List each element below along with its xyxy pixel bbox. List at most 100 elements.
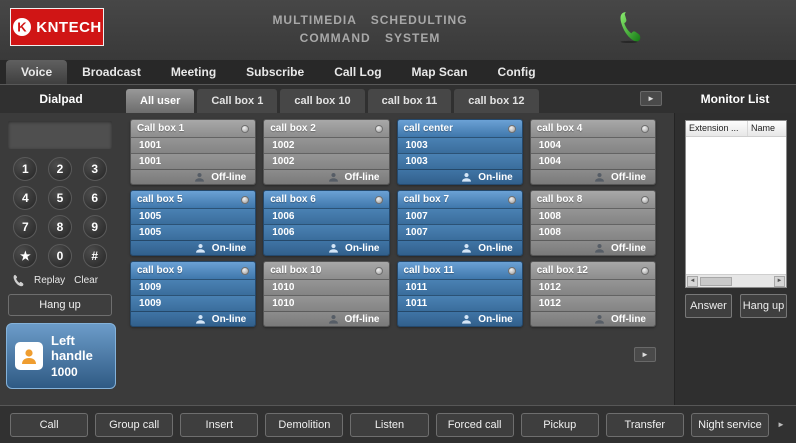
- card-header: call box 6: [264, 191, 388, 208]
- card-title: Call box 1: [137, 123, 184, 134]
- monitor-list[interactable]: Extension ... Name ◄ ►: [685, 120, 787, 288]
- keypad-key-5[interactable]: 5: [48, 186, 72, 210]
- status-label: Off-line: [211, 172, 246, 183]
- card-footer: On-line: [398, 169, 522, 184]
- call-box-grid: Call box 1 1001 1001 Off-line call box 2…: [130, 119, 656, 327]
- tab-call-box-10[interactable]: call box 10: [280, 89, 364, 113]
- monitor-panel: Extension ... Name ◄ ► Answer Hang up: [674, 113, 796, 405]
- clear-button[interactable]: Clear: [74, 275, 98, 286]
- forced-call-button[interactable]: Forced call: [436, 413, 514, 437]
- call-box-card[interactable]: call box 6 1006 1006 On-line: [263, 190, 389, 256]
- title-line-2: COMMAND SYSTEM: [240, 29, 500, 47]
- listen-button[interactable]: Listen: [350, 413, 428, 437]
- keypad-key-7[interactable]: 7: [13, 215, 37, 239]
- pickup-button[interactable]: Pickup: [521, 413, 599, 437]
- keypad-key-0[interactable]: 0: [48, 244, 72, 268]
- keypad-key-hash[interactable]: #: [83, 244, 107, 268]
- kntech-logo-icon: K: [12, 17, 32, 37]
- keypad: 1 2 3 4 5 6 7 8 9 ★ 0 #: [10, 157, 110, 268]
- call-box-card[interactable]: Call box 1 1001 1001 Off-line: [130, 119, 256, 185]
- call-box-card[interactable]: call box 8 1008 1008 Off-line: [530, 190, 656, 256]
- transfer-button[interactable]: Transfer: [606, 413, 684, 437]
- person-icon: [461, 172, 472, 183]
- keypad-key-4[interactable]: 4: [13, 186, 37, 210]
- card-number: 1004: [531, 153, 655, 169]
- keypad-key-9[interactable]: 9: [83, 215, 107, 239]
- dial-display[interactable]: [8, 121, 112, 149]
- call-box-card[interactable]: call box 12 1012 1012 Off-line: [530, 261, 656, 327]
- tab-broadcast[interactable]: Broadcast: [67, 60, 156, 84]
- card-header: call box 9: [131, 262, 255, 279]
- handle-number: 1000: [51, 365, 107, 379]
- card-title: call box 5: [137, 194, 183, 205]
- card-title: call box 12: [537, 265, 588, 276]
- tab-call-box-12[interactable]: call box 12: [454, 89, 538, 113]
- logo-text: KNTECH: [36, 19, 102, 36]
- replay-button[interactable]: Replay: [34, 275, 65, 286]
- keypad-key-star[interactable]: ★: [13, 244, 37, 268]
- group-call-button[interactable]: Group call: [95, 413, 173, 437]
- card-title: call box 9: [137, 265, 183, 276]
- status-label: On-line: [212, 243, 246, 254]
- card-footer: Off-line: [264, 311, 388, 326]
- app-window: K KNTECH MULTIMEDIA SCHEDULTING COMMAND …: [0, 0, 796, 443]
- tab-call-box-11[interactable]: call box 11: [368, 89, 452, 113]
- call-box-card[interactable]: call center 1003 1003 On-line: [397, 119, 523, 185]
- night-service-button[interactable]: Night service: [691, 413, 769, 437]
- call-box-card[interactable]: call box 11 1011 1011 On-line: [397, 261, 523, 327]
- call-box-card[interactable]: call box 4 1004 1004 Off-line: [530, 119, 656, 185]
- status-dot-icon: [241, 125, 249, 133]
- tab-subscribe[interactable]: Subscribe: [231, 60, 319, 84]
- tab-meeting[interactable]: Meeting: [156, 60, 231, 84]
- monitor-list-body[interactable]: [686, 137, 786, 274]
- tab-call-box-1[interactable]: Call box 1: [197, 89, 277, 113]
- call-box-card[interactable]: call box 2 1002 1002 Off-line: [263, 119, 389, 185]
- demolition-button[interactable]: Demolition: [265, 413, 343, 437]
- card-number: 1003: [398, 137, 522, 153]
- insert-button[interactable]: Insert: [180, 413, 258, 437]
- left-handle-panel[interactable]: Left handle 1000: [6, 323, 116, 389]
- person-icon: [328, 243, 339, 254]
- card-header: call box 7: [398, 191, 522, 208]
- monitor-hang-up-button[interactable]: Hang up: [740, 294, 787, 318]
- tab-call-log[interactable]: Call Log: [319, 60, 396, 84]
- call-button[interactable]: Call: [10, 413, 88, 437]
- operator-icon: [15, 342, 43, 370]
- call-box-card[interactable]: call box 9 1009 1009 On-line: [130, 261, 256, 327]
- handset-icon[interactable]: [12, 274, 25, 287]
- tab-voice[interactable]: Voice: [6, 60, 67, 84]
- card-header: call box 12: [531, 262, 655, 279]
- dialpad-hang-up-button[interactable]: Hang up: [8, 294, 112, 316]
- keypad-key-2[interactable]: 2: [48, 157, 72, 181]
- person-icon: [195, 314, 206, 325]
- action-toolbar: Call Group call Insert Demolition Listen…: [0, 405, 796, 443]
- column-extension: Extension ...: [686, 121, 748, 136]
- card-title: call box 2: [270, 123, 316, 134]
- handset-status-icon: [616, 11, 642, 43]
- tab-map-scan[interactable]: Map Scan: [397, 60, 483, 84]
- status-label: On-line: [345, 243, 379, 254]
- scroll-left-arrow-icon[interactable]: ◄: [687, 276, 698, 287]
- answer-button[interactable]: Answer: [685, 294, 732, 318]
- tab-config[interactable]: Config: [483, 60, 551, 84]
- call-box-card[interactable]: call box 7 1007 1007 On-line: [397, 190, 523, 256]
- tab-all-user[interactable]: All user: [126, 89, 194, 113]
- keypad-key-1[interactable]: 1: [13, 157, 37, 181]
- monitor-buttons: Answer Hang up: [685, 294, 787, 318]
- scrollbar-thumb[interactable]: [700, 277, 732, 286]
- keypad-key-6[interactable]: 6: [83, 186, 107, 210]
- scroll-right-arrow-icon[interactable]: ►: [774, 276, 785, 287]
- tabs-next-arrow-button[interactable]: ►: [640, 91, 662, 106]
- status-dot-icon: [508, 196, 516, 204]
- card-header: call box 11: [398, 262, 522, 279]
- card-number: 1005: [131, 224, 255, 240]
- toolbar-next-arrow-button[interactable]: ►: [776, 420, 786, 429]
- grid-next-arrow-button[interactable]: ►: [634, 347, 656, 362]
- card-header: call box 2: [264, 120, 388, 137]
- card-footer: Off-line: [531, 169, 655, 184]
- call-box-card[interactable]: call box 5 1005 1005 On-line: [130, 190, 256, 256]
- call-box-card[interactable]: call box 10 1010 1010 Off-line: [263, 261, 389, 327]
- keypad-key-3[interactable]: 3: [83, 157, 107, 181]
- keypad-key-8[interactable]: 8: [48, 215, 72, 239]
- horizontal-scrollbar[interactable]: ◄ ►: [686, 274, 786, 287]
